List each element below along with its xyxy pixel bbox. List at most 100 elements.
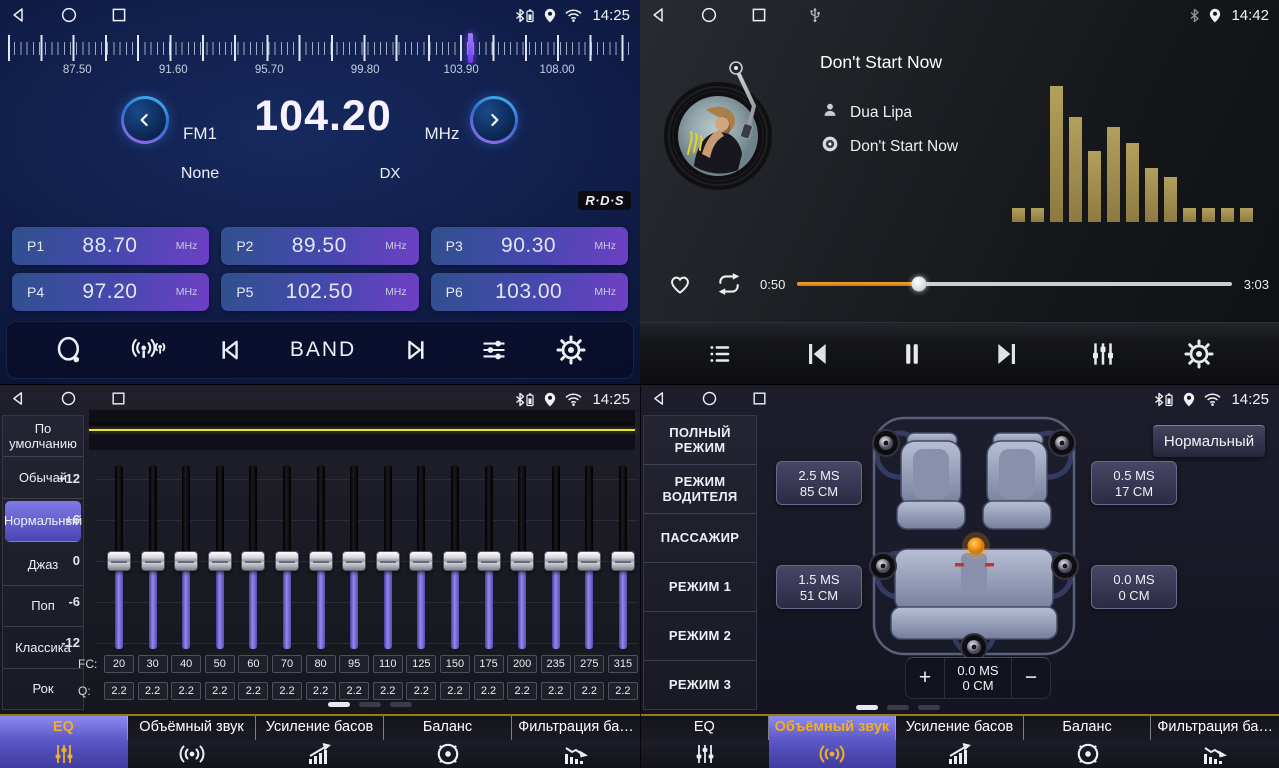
progress-track[interactable] bbox=[797, 282, 1231, 286]
slider-handle[interactable] bbox=[477, 551, 501, 571]
next-icon[interactable] bbox=[403, 336, 431, 364]
tab-surround-sound[interactable]: Объёмный звук bbox=[769, 716, 897, 768]
slider-handle[interactable] bbox=[241, 551, 265, 571]
tab-eq[interactable]: EQ bbox=[641, 716, 769, 768]
radio-preset-button[interactable]: P390.30MHz bbox=[431, 227, 628, 265]
tune-down-button[interactable] bbox=[121, 96, 169, 144]
equalizer-sliders-icon[interactable] bbox=[479, 336, 509, 364]
rear-left-delay-button[interactable]: 1.5 MS 51 CM bbox=[776, 565, 862, 609]
slider-handle[interactable] bbox=[409, 551, 433, 571]
soundfield-preset-button[interactable]: Нормальный bbox=[1153, 425, 1265, 457]
soundfield-mode-item[interactable]: РЕЖИМ 2 bbox=[644, 612, 756, 661]
car-cabin-diagram[interactable] bbox=[869, 413, 1079, 668]
tab-filter[interactable]: Фильтрация ба… bbox=[1151, 716, 1279, 768]
slider-handle[interactable] bbox=[141, 551, 165, 571]
slider-handle[interactable] bbox=[376, 551, 400, 571]
tab-balance[interactable]: Баланс bbox=[1024, 716, 1152, 768]
radio-preset-button[interactable]: P188.70MHz bbox=[12, 227, 209, 265]
eq-band-slider[interactable] bbox=[238, 465, 268, 649]
soundfield-mode-item[interactable]: ПОЛНЫЙ РЕЖИМ bbox=[644, 416, 756, 465]
eq-band-slider[interactable] bbox=[406, 465, 436, 649]
rear-right-delay-button[interactable]: 0.0 MS 0 CM bbox=[1091, 565, 1177, 609]
recents-button[interactable] bbox=[751, 390, 769, 408]
home-button[interactable] bbox=[700, 6, 718, 24]
eq-band-slider[interactable] bbox=[205, 465, 235, 649]
equalizer-sliders-icon[interactable] bbox=[1088, 339, 1118, 369]
slider-handle[interactable] bbox=[208, 551, 232, 571]
eq-band-slider[interactable] bbox=[306, 465, 336, 649]
decrease-delay-button[interactable]: − bbox=[1012, 658, 1050, 698]
eq-band-slider[interactable] bbox=[474, 465, 504, 649]
increase-delay-button[interactable]: + bbox=[906, 658, 944, 698]
slider-handle[interactable] bbox=[611, 551, 635, 571]
slider-handle[interactable] bbox=[107, 551, 131, 571]
slider-handle[interactable] bbox=[577, 551, 601, 571]
tab-bass-boost[interactable]: Усиление басов bbox=[256, 716, 384, 768]
eq-band-slider[interactable] bbox=[541, 465, 571, 649]
repeat-icon[interactable] bbox=[714, 271, 744, 297]
tab-eq[interactable]: EQ bbox=[0, 716, 128, 768]
recents-button[interactable] bbox=[110, 390, 128, 408]
soundfield-mode-item[interactable]: ПАССАЖИР bbox=[644, 514, 756, 563]
eq-band-slider[interactable] bbox=[373, 465, 403, 649]
slider-handle[interactable] bbox=[510, 551, 534, 571]
next-track-icon[interactable] bbox=[991, 338, 1023, 370]
back-button[interactable] bbox=[10, 390, 28, 408]
eq-preset-item[interactable]: По умолчанию bbox=[3, 416, 83, 457]
soundfield-mode-item[interactable]: РЕЖИМ 1 bbox=[644, 563, 756, 612]
playlist-icon[interactable] bbox=[705, 341, 735, 367]
scan-icon[interactable] bbox=[54, 335, 84, 365]
back-button[interactable] bbox=[10, 6, 28, 24]
slider-handle[interactable] bbox=[342, 551, 366, 571]
soundfield-mode-item[interactable]: РЕЖИМ ВОДИТЕЛЯ bbox=[644, 465, 756, 514]
slider-handle[interactable] bbox=[443, 551, 467, 571]
eq-preset-item[interactable]: Рок bbox=[3, 669, 83, 709]
eq-band-slider[interactable] bbox=[171, 465, 201, 649]
progress-knob[interactable] bbox=[911, 277, 926, 292]
tab-filter[interactable]: Фильтрация ба… bbox=[512, 716, 640, 768]
eq-band-slider[interactable] bbox=[138, 465, 168, 649]
eq-band-slider[interactable] bbox=[574, 465, 604, 649]
radio-preset-button[interactable]: P5102.50MHz bbox=[221, 273, 418, 311]
eq-band-slider[interactable] bbox=[440, 465, 470, 649]
previous-icon[interactable] bbox=[215, 336, 243, 364]
recents-button[interactable] bbox=[750, 6, 768, 24]
slider-handle[interactable] bbox=[275, 551, 299, 571]
soundfield-mode-item[interactable]: РЕЖИМ 3 bbox=[644, 661, 756, 709]
settings-gear-icon[interactable] bbox=[1184, 339, 1214, 369]
radio-preset-button[interactable]: P289.50MHz bbox=[221, 227, 418, 265]
home-button[interactable] bbox=[60, 6, 78, 24]
soundfield-page-indicator[interactable] bbox=[856, 705, 940, 710]
front-right-delay-button[interactable]: 0.5 MS 17 CM bbox=[1091, 461, 1177, 505]
broadcast-icon[interactable] bbox=[131, 335, 167, 365]
tab-surround-sound[interactable]: Объёмный звук bbox=[128, 716, 256, 768]
settings-gear-icon[interactable] bbox=[556, 335, 586, 365]
eq-band-slider[interactable] bbox=[608, 465, 638, 649]
slider-handle[interactable] bbox=[544, 551, 568, 571]
front-left-delay-button[interactable]: 2.5 MS 85 CM bbox=[776, 461, 862, 505]
back-button[interactable] bbox=[650, 6, 668, 24]
back-button[interactable] bbox=[651, 390, 669, 408]
frequency-ruler[interactable] bbox=[8, 33, 632, 63]
home-button[interactable] bbox=[701, 390, 719, 408]
elapsed-time: 0:50 bbox=[760, 277, 785, 292]
radio-preset-button[interactable]: P497.20MHz bbox=[12, 273, 209, 311]
eq-page-indicator[interactable] bbox=[328, 702, 412, 707]
eq-band-slider[interactable] bbox=[339, 465, 369, 649]
eq-band-slider[interactable] bbox=[507, 465, 537, 649]
tune-up-button[interactable] bbox=[470, 96, 518, 144]
home-button[interactable] bbox=[60, 390, 78, 408]
slider-handle[interactable] bbox=[309, 551, 333, 571]
recents-button[interactable] bbox=[110, 6, 128, 24]
tab-bass-boost[interactable]: Усиление басов bbox=[896, 716, 1024, 768]
radio-preset-button[interactable]: P6103.00MHz bbox=[431, 273, 628, 311]
pause-icon[interactable] bbox=[898, 338, 926, 370]
eq-band-slider[interactable] bbox=[272, 465, 302, 649]
slider-handle[interactable] bbox=[174, 551, 198, 571]
previous-track-icon[interactable] bbox=[801, 338, 833, 370]
tab-balance[interactable]: Баланс bbox=[384, 716, 512, 768]
eq-band-slider[interactable] bbox=[104, 465, 134, 649]
favorite-heart-icon[interactable] bbox=[666, 271, 694, 297]
tab-label: Баланс bbox=[384, 716, 512, 740]
band-button[interactable]: BAND bbox=[290, 338, 356, 362]
